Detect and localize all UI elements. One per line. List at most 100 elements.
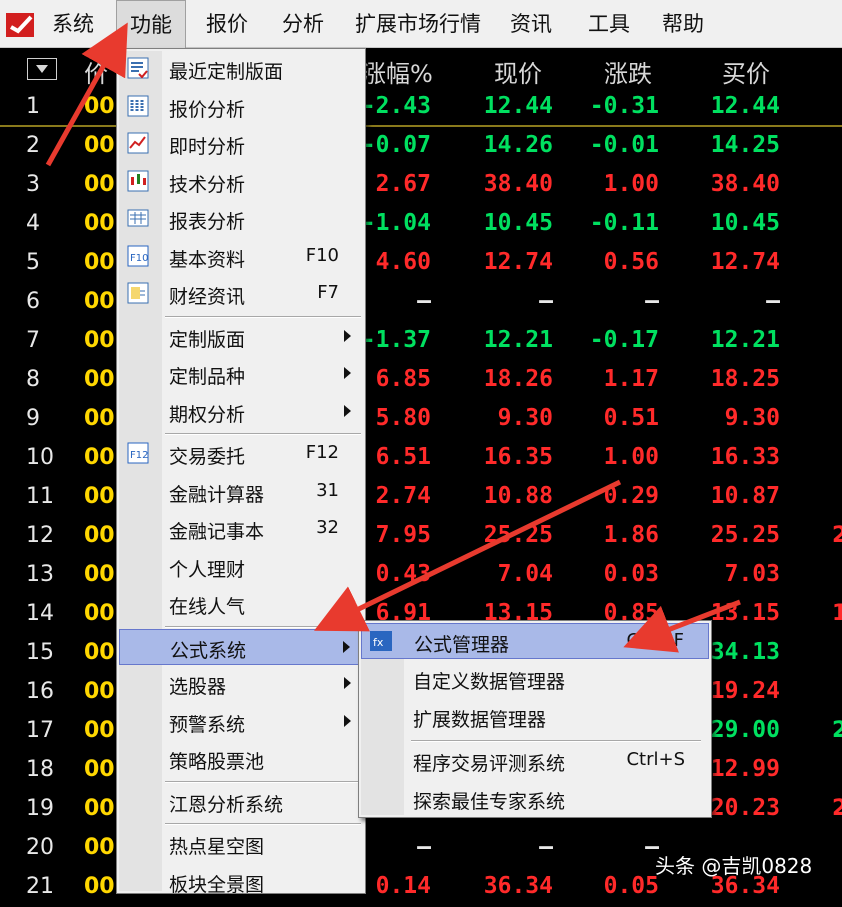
formula-submenu-item[interactable]: fx 公式管理器 Ctrl+F	[361, 623, 709, 659]
row-number: 18	[26, 757, 54, 782]
submenu-item-shortcut: Ctrl+F	[626, 630, 684, 651]
row-number: 15	[26, 640, 54, 665]
stock-code: 00	[84, 601, 115, 626]
menu-analysis[interactable]: 分析	[270, 0, 336, 48]
submenu-item-label: 程序交易评测系统	[413, 753, 566, 775]
stock-code: 00	[84, 640, 115, 665]
menu-item-shortcut: F12	[305, 442, 339, 463]
header-buy-price[interactable]: 买价	[722, 54, 770, 89]
price-cell: 10.45	[483, 210, 553, 236]
menu-item-label: 最近定制版面	[169, 61, 284, 83]
header-change-pct[interactable]: 涨幅%	[362, 54, 433, 89]
svg-text:fx: fx	[373, 636, 384, 649]
menu-quote[interactable]: 报价	[194, 0, 260, 48]
menu-help[interactable]: 帮助	[650, 0, 716, 48]
menu-item-label: 公式系统	[170, 639, 247, 662]
stock-code: 00	[84, 328, 115, 353]
buy-price-cell: 12.21	[710, 327, 780, 353]
submenu-item-label: 探索最佳专家系统	[413, 791, 566, 813]
function-menu-item[interactable]: 技术分析	[119, 164, 363, 200]
change-cell: —	[645, 834, 659, 860]
stock-code: 00	[84, 133, 115, 158]
submenu-item-shortcut: Ctrl+S	[626, 749, 685, 770]
change-cell: —	[645, 288, 659, 314]
function-menu-item[interactable]: 财经资讯 F7	[119, 276, 363, 312]
submenu-arrow-icon	[344, 714, 351, 727]
buy-price-cell: 12.44	[710, 93, 780, 119]
realtime-chart-icon	[127, 132, 149, 154]
row-number: 9	[26, 406, 40, 431]
function-menu-item[interactable]: 定制品种	[119, 356, 363, 392]
header-price-partial[interactable]: 价	[84, 54, 108, 89]
buy-price-cell: 12.74	[710, 249, 780, 275]
formula-submenu-item[interactable]: 扩展数据管理器	[361, 699, 709, 735]
menu-separator	[165, 433, 361, 435]
stock-code: 00	[84, 718, 115, 743]
menu-item-label: 即时分析	[169, 136, 246, 158]
stock-code: 00	[84, 484, 115, 509]
price-cell: 7.04	[497, 561, 553, 587]
function-menu-item[interactable]: 即时分析	[119, 126, 363, 162]
menu-news[interactable]: 资讯	[498, 0, 564, 48]
change-cell: 0.51	[603, 405, 659, 431]
menu-item-shortcut: F7	[317, 282, 339, 303]
change-cell: -0.11	[589, 210, 659, 236]
menu-item-label: 在线人气	[169, 596, 246, 618]
submenu-arrow-icon	[344, 367, 351, 379]
function-menu-item[interactable]: 江恩分析系统	[119, 784, 363, 820]
row-number: 3	[26, 172, 40, 197]
change-cell: -0.31	[589, 93, 659, 119]
buy-price-cell: 9.30	[724, 405, 780, 431]
submenu-separator	[411, 740, 701, 742]
app-logo-icon[interactable]	[5, 9, 35, 39]
function-menu-item[interactable]: 预警系统	[119, 704, 363, 740]
menu-item-shortcut: F10	[305, 244, 339, 266]
menu-separator	[165, 315, 361, 318]
stock-code: 00	[84, 445, 115, 470]
price-cell: 10.88	[483, 483, 553, 509]
row-number: 14	[26, 601, 54, 626]
function-menu-item[interactable]: 在线人气	[119, 586, 363, 622]
formula-submenu-item[interactable]: 自定义数据管理器	[361, 661, 709, 697]
clipped-column-value: 2	[832, 796, 842, 821]
svg-text:F12: F12	[130, 450, 148, 461]
menu-tools[interactable]: 工具	[576, 0, 642, 48]
formula-submenu-item[interactable]: 探索最佳专家系统	[361, 781, 709, 817]
price-cell: 9.30	[497, 405, 553, 431]
menu-item-label: 期权分析	[169, 403, 246, 426]
function-menu-item[interactable]: 个人理财	[119, 549, 363, 585]
submenu-arrow-icon	[344, 329, 351, 342]
row-number: 10	[26, 445, 54, 470]
menu-extended-market[interactable]: 扩展市场行情	[344, 0, 492, 48]
function-menu-item[interactable]: 策略股票池	[119, 741, 363, 777]
menu-function[interactable]: 功能	[116, 0, 186, 48]
function-menu-item[interactable]: 公式系统	[119, 628, 363, 665]
change-cell: 1.00	[603, 444, 659, 470]
header-price[interactable]: 现价	[494, 54, 542, 89]
menu-item-label: 江恩分析系统	[169, 793, 284, 816]
price-cell: 14.26	[483, 132, 553, 158]
report-icon	[127, 209, 149, 227]
function-menu-item[interactable]: 板块全景图	[119, 864, 363, 900]
menu-item-label: 报表分析	[169, 211, 246, 233]
row-number: 2	[26, 133, 40, 158]
formula-submenu-item[interactable]: 程序交易评测系统 Ctrl+S	[361, 743, 709, 779]
function-menu-item[interactable]: 金融记事本 32	[119, 511, 363, 547]
function-menu-item[interactable]: 最近定制版面	[119, 51, 363, 87]
function-menu-item[interactable]: 选股器	[119, 666, 363, 702]
column-dropdown-button[interactable]	[27, 58, 57, 80]
change-cell: 0.03	[603, 561, 659, 587]
stock-code: 00	[84, 172, 115, 197]
function-menu-item[interactable]: 报表分析	[119, 201, 363, 237]
function-menu-item[interactable]: 金融计算器 31	[119, 474, 363, 510]
row-number: 7	[26, 328, 40, 353]
function-menu-item[interactable]: 报价分析	[119, 89, 363, 125]
function-menu-item[interactable]: 热点星空图	[119, 826, 363, 862]
function-menu-item[interactable]: F12 交易委托 F12	[119, 436, 363, 472]
menu-system[interactable]: 系统	[40, 0, 106, 48]
stock-code: 00	[84, 679, 115, 704]
header-change[interactable]: 涨跌	[604, 54, 652, 89]
function-menu-item[interactable]: 定制版面	[119, 319, 363, 355]
function-menu-item[interactable]: F10 基本资料 F10	[119, 239, 363, 275]
function-menu-item[interactable]: 期权分析	[119, 394, 363, 430]
